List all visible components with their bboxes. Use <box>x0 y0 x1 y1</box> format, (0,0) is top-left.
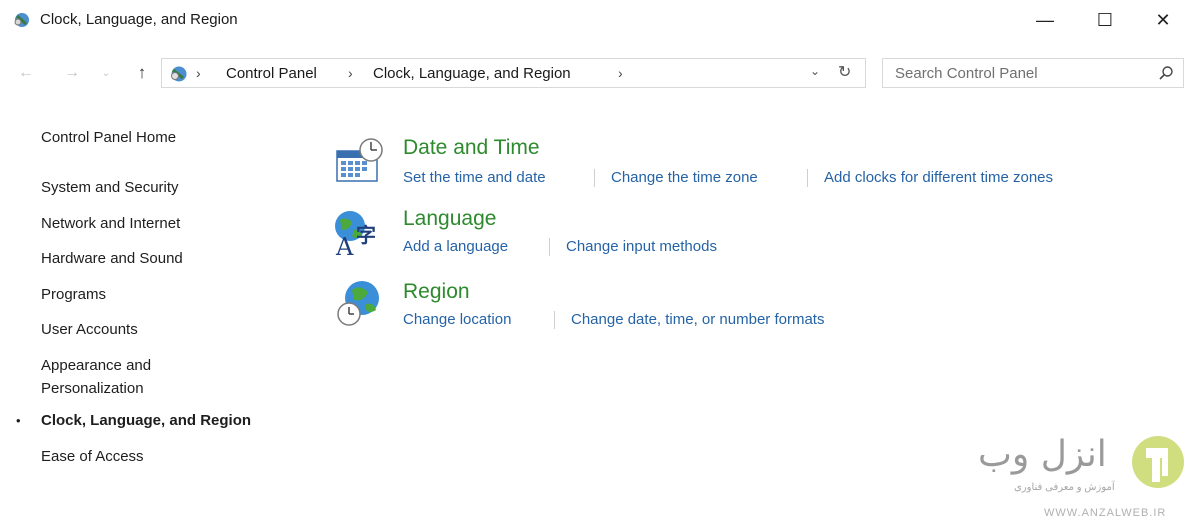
svg-text:A: A <box>335 233 354 258</box>
link-set-time-and-date[interactable]: Set the time and date <box>403 169 546 186</box>
sidebar-item-ease-of-access[interactable]: Ease of Access <box>41 446 144 468</box>
active-bullet: • <box>16 413 21 428</box>
link-change-location[interactable]: Change location <box>403 311 511 328</box>
breadcrumb-separator[interactable]: › <box>618 65 623 81</box>
search-input[interactable] <box>884 60 1149 86</box>
breadcrumb-separator[interactable]: › <box>348 65 353 81</box>
link-add-a-language[interactable]: Add a language <box>403 238 508 255</box>
watermark: انزل وب آموزش و معرفی فناوری WWW.ANZALWE… <box>978 432 1192 520</box>
chevron-down-icon[interactable]: ⌄ <box>810 64 820 78</box>
recent-locations-button[interactable]: ⌄ <box>98 60 114 86</box>
sidebar-item-control-panel-home[interactable]: Control Panel Home <box>41 127 176 149</box>
svg-text:字: 字 <box>356 223 376 247</box>
title-bar: Clock, Language, and Region — ☐ ✕ <box>0 0 1195 40</box>
category-title-language[interactable]: Language <box>403 207 496 231</box>
link-divider <box>549 238 550 256</box>
link-divider <box>807 169 808 187</box>
search-icon[interactable] <box>1157 64 1175 82</box>
sidebar-item-user-accounts[interactable]: User Accounts <box>41 319 138 341</box>
sidebar-item-hardware-and-sound[interactable]: Hardware and Sound <box>41 248 183 270</box>
region-globe-clock-icon[interactable] <box>334 278 384 328</box>
breadcrumb-separator[interactable]: › <box>196 65 201 81</box>
up-button[interactable]: ↑ <box>130 60 154 86</box>
address-bar[interactable]: › Control Panel › Clock, Language, and R… <box>161 58 866 88</box>
control-panel-icon <box>14 13 29 27</box>
language-globe-icon[interactable]: A 字 <box>332 208 382 258</box>
sidebar-item-programs[interactable]: Programs <box>41 284 106 306</box>
link-change-time-zone[interactable]: Change the time zone <box>611 169 758 186</box>
sidebar-item-network-and-internet[interactable]: Network and Internet <box>41 213 180 235</box>
refresh-icon[interactable]: ↻ <box>838 62 851 82</box>
forward-button[interactable]: → <box>60 60 84 86</box>
sidebar-item-appearance-line2[interactable]: Personalization <box>41 378 144 400</box>
sidebar-item-appearance-line1[interactable]: Appearance and <box>41 355 151 377</box>
search-box[interactable] <box>882 58 1184 88</box>
link-change-input-methods[interactable]: Change input methods <box>566 238 717 255</box>
category-title-region[interactable]: Region <box>403 280 470 304</box>
category-title-date-and-time[interactable]: Date and Time <box>403 136 540 160</box>
control-panel-icon <box>171 66 187 82</box>
watermark-tagline: آموزش و معرفی فناوری <box>1014 482 1115 493</box>
link-change-formats[interactable]: Change date, time, or number formats <box>571 311 824 328</box>
sidebar-item-clock-language-region[interactable]: Clock, Language, and Region <box>41 410 251 432</box>
close-button[interactable]: ✕ <box>1140 4 1186 36</box>
breadcrumb-control-panel[interactable]: Control Panel <box>226 65 317 82</box>
navigation-bar: ← → ⌄ ↑ › Control Panel › Clock, Languag… <box>0 56 1195 90</box>
link-add-clocks[interactable]: Add clocks for different time zones <box>824 169 1053 186</box>
minimize-button[interactable]: — <box>1022 4 1068 36</box>
watermark-url: WWW.ANZALWEB.IR <box>1044 507 1167 519</box>
window-title: Clock, Language, and Region <box>40 11 238 28</box>
sidebar-item-system-and-security[interactable]: System and Security <box>41 177 179 199</box>
maximize-button[interactable]: ☐ <box>1082 4 1128 36</box>
link-divider <box>594 169 595 187</box>
calendar-clock-icon[interactable] <box>334 137 384 187</box>
watermark-logo-icon <box>1132 436 1184 488</box>
back-button[interactable]: ← <box>14 60 38 86</box>
breadcrumb-clock-language-region[interactable]: Clock, Language, and Region <box>373 65 571 82</box>
link-divider <box>554 311 555 329</box>
watermark-brand: انزل وب <box>978 434 1107 475</box>
